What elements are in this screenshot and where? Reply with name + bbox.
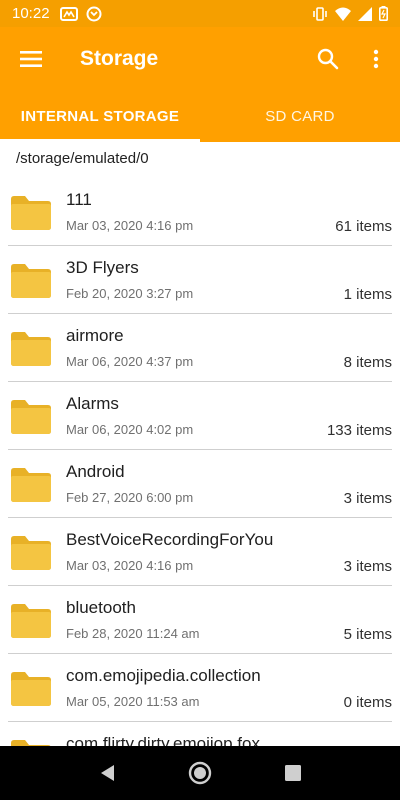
folder-icon [11,468,51,502]
folder-item-count: 3 items [343,558,392,575]
folder-icon [11,196,51,230]
list-item[interactable]: 3D Flyers Feb 20, 2020 3:27 pm 1 items [8,246,392,314]
folder-name: BestVoiceRecordingForYou [66,530,274,549]
folder-name: 3D Flyers [66,258,139,277]
more-vert-icon [373,49,379,68]
app-bar: Storage [0,27,400,90]
tab-bar: INTERNAL STORAGE SD CARD [0,90,400,142]
folder-icon [11,536,51,570]
status-time: 10:22 [12,5,50,22]
list-item[interactable]: com.flirty.dirty.emojiop.fox [8,722,392,746]
page-title: Storage [80,46,159,70]
folder-date: Mar 03, 2020 4:16 pm [66,558,194,573]
navigation-bar [0,746,400,800]
folder-name: bluetooth [66,598,136,617]
hamburger-menu-icon [20,50,42,67]
notification-app-icon [59,6,78,21]
folder-icon [11,604,51,638]
home-button[interactable] [180,753,220,793]
search-icon [317,48,339,69]
signal-icon [358,6,372,21]
back-icon [100,765,114,781]
folder-icon [11,672,51,706]
folder-item-count: 61 items [335,218,392,235]
menu-button[interactable] [0,27,62,90]
search-button[interactable] [304,27,352,90]
folder-icon [11,264,51,298]
folder-date: Mar 05, 2020 11:53 am [66,694,200,709]
battery-icon [379,6,388,21]
tab-sd-card[interactable]: SD CARD [200,90,400,142]
list-item[interactable]: Alarms Mar 06, 2020 4:02 pm 133 items [8,382,392,450]
sync-icon [86,6,102,22]
back-button[interactable] [87,753,127,793]
current-path: /storage/emulated/0 [16,150,149,167]
folder-icon [11,400,51,434]
list-item[interactable]: airmore Mar 06, 2020 4:37 pm 8 items [8,314,392,382]
folder-name: com.emojipedia.collection [66,666,261,685]
wifi-icon [335,7,351,21]
more-options-button[interactable] [352,27,400,90]
folder-date: Mar 06, 2020 4:02 pm [66,422,194,437]
list-item[interactable]: com.emojipedia.collection Mar 05, 2020 11… [8,654,392,722]
tab-internal-storage[interactable]: INTERNAL STORAGE [0,90,200,142]
folder-list: 111 Mar 03, 2020 4:16 pm 61 items 3D Flyers… [0,178,400,746]
folder-item-count: 1 items [343,286,392,303]
list-item[interactable]: BestVoiceRecordingForYou Mar 03, 2020 4:1… [8,518,392,586]
folder-name: 111 [66,190,92,209]
folder-date: Mar 06, 2020 4:37 pm [66,354,194,369]
folder-name: Alarms [66,394,119,413]
list-item[interactable]: 111 Mar 03, 2020 4:16 pm 61 items [8,178,392,246]
folder-icon [11,332,51,366]
folder-name: Android [66,462,125,481]
recents-icon [285,765,302,781]
folder-date: Feb 20, 2020 3:27 pm [66,286,194,301]
status-bar: 10:22 [0,0,400,27]
list-item[interactable]: Android Feb 27, 2020 6:00 pm 3 items [8,450,392,518]
folder-name: airmore [66,326,124,345]
folder-name: com.flirty.dirty.emojiop.fox [66,734,260,746]
folder-item-count: 133 items [326,422,392,439]
vibrate-icon [312,6,328,21]
recents-button[interactable] [273,753,313,793]
folder-date: Mar 03, 2020 4:16 pm [66,218,194,233]
folder-item-count: 0 items [343,694,392,711]
folder-date: Feb 28, 2020 11:24 am [66,626,200,641]
folder-date: Feb 27, 2020 6:00 pm [66,490,194,505]
folder-item-count: 3 items [343,490,392,507]
list-item[interactable]: bluetooth Feb 28, 2020 11:24 am 5 items [8,586,392,654]
home-icon [188,761,212,785]
folder-item-count: 8 items [343,354,392,371]
folder-item-count: 5 items [343,626,392,643]
